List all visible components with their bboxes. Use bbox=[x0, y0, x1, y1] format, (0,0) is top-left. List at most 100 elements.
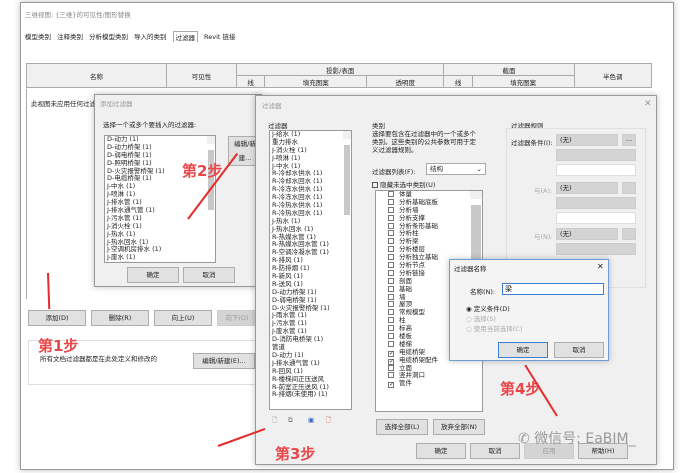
checkbox[interactable] bbox=[388, 301, 394, 308]
filter-list-select[interactable]: 结构 ⌄ bbox=[426, 163, 486, 175]
checkbox[interactable] bbox=[388, 293, 394, 300]
hide-unchecked-checkbox[interactable]: 隐藏未选中类别(U) bbox=[372, 179, 435, 189]
check-none-button[interactable]: 放弃全部(N) bbox=[433, 419, 485, 435]
and2-more-button[interactable] bbox=[622, 228, 636, 240]
col-sec-line: 线 bbox=[443, 75, 473, 88]
category-item[interactable]: ✓ 管件 bbox=[376, 379, 482, 389]
new-filter-icon[interactable]: 🗋 bbox=[272, 416, 277, 427]
rename-icon[interactable]: ▣ bbox=[308, 416, 314, 424]
rule-cond-select[interactable]: (无) bbox=[556, 134, 618, 146]
up-button[interactable]: 向上(U) bbox=[154, 310, 212, 326]
define-radio[interactable]: ◉ 定义条件(D) bbox=[466, 303, 510, 313]
checkbox[interactable] bbox=[388, 285, 394, 292]
rule-cond-label: 过滤器条件(I): bbox=[511, 139, 553, 147]
cancel-button[interactable]: 取消 bbox=[183, 267, 235, 283]
ok-button[interactable]: 确定 bbox=[127, 267, 179, 283]
col-section: 截面 bbox=[443, 63, 575, 76]
tab-4[interactable]: 过滤器 bbox=[172, 31, 198, 42]
close-icon[interactable]: ✕ bbox=[597, 262, 604, 271]
col-halftone: 半色调 bbox=[573, 63, 653, 88]
add-button[interactable]: 添加(D) bbox=[28, 310, 86, 326]
checkbox[interactable] bbox=[388, 269, 394, 276]
scrollbar[interactable] bbox=[207, 136, 215, 210]
define-label: 定义条件(D) bbox=[473, 305, 510, 313]
category-label: 管件 bbox=[399, 379, 412, 388]
rule-value[interactable] bbox=[556, 164, 636, 176]
category-item[interactable]: 分析柱 bbox=[376, 230, 482, 238]
checkbox[interactable] bbox=[388, 262, 394, 269]
checkbox[interactable] bbox=[388, 222, 394, 229]
checkbox[interactable] bbox=[388, 198, 394, 205]
scrollbar[interactable] bbox=[343, 131, 351, 215]
checkbox[interactable] bbox=[388, 277, 394, 284]
rule-more-button[interactable]: … bbox=[622, 134, 636, 146]
and2-op[interactable] bbox=[556, 243, 636, 255]
cancel-button[interactable]: 取消 bbox=[554, 342, 604, 358]
edit-new-button[interactable]: 编辑/新建(E)... bbox=[193, 353, 255, 369]
tab-1[interactable]: 注释类别 bbox=[57, 31, 83, 42]
dialog-title: 三维视图: {三维}的可见性/图形替换 bbox=[25, 11, 131, 19]
add-filter-title: 添加过滤器 bbox=[100, 100, 133, 108]
checkbox[interactable] bbox=[388, 333, 394, 340]
category-label: 标高 bbox=[399, 324, 412, 333]
checkbox[interactable]: ✓ bbox=[388, 382, 394, 389]
scrollbar[interactable] bbox=[470, 191, 482, 305]
category-label: 分析节点 bbox=[399, 261, 425, 270]
watermark: ✆ 微信号: EaBIM_ bbox=[518, 431, 636, 447]
checkbox[interactable] bbox=[388, 317, 394, 324]
checkbox[interactable] bbox=[388, 254, 394, 261]
tab-2[interactable]: 分析模型类别 bbox=[89, 31, 128, 42]
select-all-button[interactable]: 选择全部(L) bbox=[376, 419, 428, 435]
checkbox[interactable] bbox=[388, 214, 394, 221]
close-icon[interactable]: ✕ bbox=[644, 99, 652, 109]
category-item[interactable]: 立面 bbox=[376, 364, 482, 373]
filter-list[interactable]: J-给水 (1) 重力排水 J-消火栓 (1) J-喷淋 (1) J-中水 (1) R-冷… bbox=[269, 130, 352, 410]
tab-0[interactable]: 模型类别 bbox=[25, 31, 51, 42]
delete-button[interactable]: 删除(R) bbox=[91, 310, 149, 326]
tab-bar: 模型类别 注释类别 分析模型类别 导入的类别 过滤器 Revit 链接 bbox=[25, 31, 236, 42]
ok-button[interactable]: 确定 bbox=[416, 443, 466, 459]
cancel-button[interactable]: 取消 bbox=[470, 443, 520, 459]
name-dialog-title: 过滤器名称 bbox=[454, 265, 487, 273]
category-item[interactable]: 分析基础底板 bbox=[376, 197, 482, 207]
filter-list-item[interactable]: J-雨水管 (1) bbox=[107, 261, 142, 262]
checkbox[interactable] bbox=[388, 372, 394, 379]
checkbox[interactable] bbox=[388, 238, 394, 245]
checkbox[interactable]: ✓ bbox=[388, 350, 394, 357]
checkbox[interactable] bbox=[388, 230, 394, 237]
and1-select[interactable]: (无) bbox=[556, 182, 618, 194]
category-item[interactable]: 分析墙 bbox=[376, 206, 482, 215]
checkbox[interactable] bbox=[388, 340, 394, 347]
category-item[interactable]: 分析条形基础 bbox=[376, 222, 482, 231]
col-projection: 投影/表面 bbox=[235, 63, 445, 76]
category-label: 剖面 bbox=[399, 276, 412, 285]
filter-list-item[interactable]: R-排烟(未使用) (1) bbox=[270, 390, 351, 399]
checkbox[interactable] bbox=[388, 206, 394, 213]
checkbox[interactable] bbox=[388, 191, 394, 197]
watermark-text: 微信号: EaBIM_ bbox=[534, 431, 636, 447]
delete-filter-icon[interactable]: 🗋 bbox=[326, 416, 331, 427]
down-button[interactable]: 向下(O) bbox=[217, 310, 257, 326]
and2-select[interactable]: (无) bbox=[556, 228, 618, 240]
category-item[interactable]: 分析梁 bbox=[376, 237, 482, 246]
duplicate-icon[interactable]: ⧉ bbox=[288, 416, 293, 425]
tab-3[interactable]: 导入的类别 bbox=[134, 31, 167, 42]
and1-more-button[interactable] bbox=[622, 182, 636, 194]
and1-op[interactable] bbox=[556, 197, 636, 209]
col-proj-fill: 填充图案 bbox=[264, 75, 368, 88]
select-radio[interactable]: ○ 选择(S) bbox=[466, 313, 496, 323]
category-label: 体量 bbox=[399, 190, 412, 198]
checkbox[interactable] bbox=[388, 309, 394, 316]
ok-button[interactable]: 确定 bbox=[498, 342, 548, 358]
add-filter-list[interactable]: D-动力 (1) D-动力桥架 (1) D-弱电桥架 (1) D-照明桥架 (1) D-… bbox=[104, 135, 216, 263]
checkbox[interactable] bbox=[388, 246, 394, 253]
checkbox[interactable] bbox=[388, 325, 394, 332]
category-label: 分析基础底板 bbox=[399, 197, 438, 206]
tab-5[interactable]: Revit 链接 bbox=[204, 31, 236, 42]
rule-op-select[interactable] bbox=[556, 149, 636, 161]
and1-value[interactable] bbox=[556, 212, 636, 224]
checkbox[interactable] bbox=[388, 364, 394, 371]
name-input[interactable] bbox=[502, 283, 604, 295]
use-current-radio[interactable]: ○ 使用当前选择(C) bbox=[466, 323, 522, 333]
category-item[interactable]: 竖井洞口 bbox=[376, 372, 482, 380]
